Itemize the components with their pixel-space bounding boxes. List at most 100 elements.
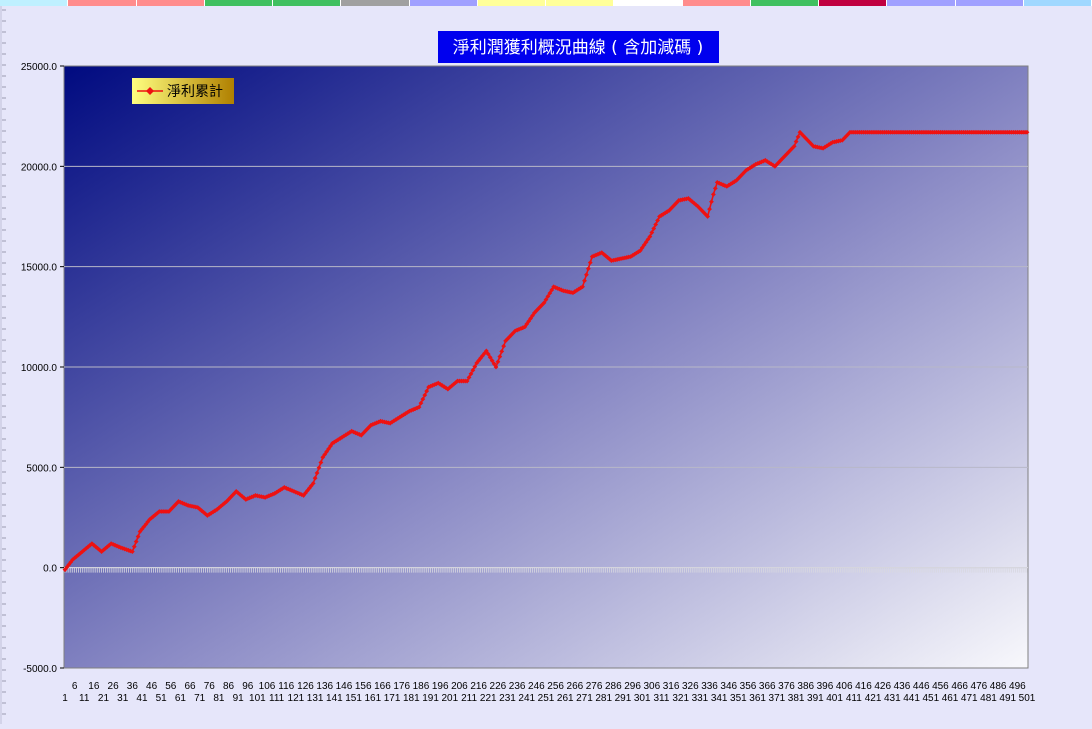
x-tick-label: 251 [538,693,555,704]
x-tick-label: 401 [826,693,843,704]
x-tick-label: 271 [576,693,593,704]
y-tick-label: 5000.0 [26,463,57,474]
x-tick-label: 106 [259,681,276,692]
legend-label: 淨利累計 [167,84,223,100]
x-tick-label: 66 [184,681,196,692]
x-tick-label: 1 [62,693,68,704]
x-tick-label: 366 [759,681,776,692]
x-tick-label: 396 [817,681,834,692]
x-tick-label: 116 [278,681,294,692]
x-tick-label: 481 [980,693,997,704]
x-tick-label: 461 [942,693,959,704]
x-tick-label: 166 [374,681,391,692]
legend: 淨利累計 [132,78,234,104]
x-tick-label: 381 [788,693,805,704]
x-tick-label: 441 [903,693,920,704]
x-tick-marks [64,567,1028,573]
x-tick-label: 186 [413,681,430,692]
y-tick-label: 20000.0 [21,162,58,173]
x-tick-label: 371 [769,693,786,704]
x-tick-label: 6 [72,681,78,692]
x-tick-label: 471 [961,693,978,704]
x-tick-label: 191 [422,693,439,704]
x-tick-label: 241 [518,693,535,704]
x-tick-label: 101 [249,693,266,704]
x-tick-label: 476 [971,681,988,692]
x-tick-label: 21 [98,693,110,704]
x-tick-label: 286 [605,681,622,692]
x-axis: 6 16 26 36 46 56 66 76 86 96 106 116 126 136 146 156 166… [62,681,1036,704]
x-tick-label: 96 [242,681,254,692]
x-tick-label: 16 [88,681,100,692]
x-tick-label: 451 [922,693,939,704]
y-tick-label: 0.0 [43,564,57,575]
x-tick-label: 146 [336,681,353,692]
x-tick-label: 296 [624,681,641,692]
x-tick-label: 126 [297,681,314,692]
x-tick-label: 276 [586,681,603,692]
x-tick-label: 156 [355,681,372,692]
x-tick-label: 81 [213,693,225,704]
x-tick-label: 306 [643,681,660,692]
y-tick-label: -5000.0 [23,664,57,675]
x-tick-label: 311 [653,693,669,704]
x-tick-label: 211 [461,693,477,704]
x-tick-label: 246 [528,681,545,692]
y-axis: 25000.0 20000.0 15000.0 10000.0 5000.0 0.0 -50… [21,62,64,675]
x-tick-label: 456 [932,681,949,692]
x-tick-label: 446 [913,681,930,692]
x-tick-label: 26 [108,681,120,692]
y-tick-label: 25000.0 [21,62,58,73]
x-tick-label: 356 [740,681,757,692]
x-tick-label: 426 [874,681,891,692]
x-tick-label: 316 [663,681,680,692]
y-tick-label: 10000.0 [21,363,58,374]
chart-title: 淨利潤獲利概況曲線 ( 含加減碼 ) [453,38,703,58]
x-tick-label: 221 [480,693,497,704]
x-tick-label: 326 [682,681,699,692]
x-tick-label: 171 [384,693,401,704]
x-tick-label: 141 [326,693,343,704]
x-tick-label: 181 [403,693,420,704]
x-tick-label: 341 [711,693,728,704]
x-tick-label: 136 [316,681,333,692]
x-tick-label: 496 [1009,681,1026,692]
x-tick-label: 61 [175,693,187,704]
x-tick-label: 266 [567,681,584,692]
x-tick-label: 411 [846,693,862,704]
x-tick-label: 206 [451,681,468,692]
x-tick-label: 376 [778,681,795,692]
x-tick-label: 431 [884,693,901,704]
x-tick-label: 386 [797,681,814,692]
x-tick-label: 361 [749,693,766,704]
x-tick-label: 436 [894,681,911,692]
y-tick-label: 15000.0 [21,263,58,274]
x-tick-label: 51 [156,693,168,704]
x-tick-label: 501 [1019,693,1036,704]
x-tick-label: 91 [233,693,245,704]
x-tick-label: 131 [307,693,324,704]
x-tick-label: 111 [269,693,285,704]
x-tick-label: 46 [146,681,158,692]
chart: 淨利潤獲利概況曲線 ( 含加減碼 ) 25000.020000.015000.0… [21,31,1036,704]
x-tick-label: 231 [499,693,516,704]
x-tick-label: 486 [990,681,1007,692]
x-tick-label: 491 [999,693,1016,704]
x-tick-label: 216 [470,681,487,692]
x-tick-label: 416 [855,681,872,692]
x-tick-label: 346 [720,681,737,692]
x-tick-label: 201 [441,693,458,704]
x-tick-label: 406 [836,681,853,692]
x-tick-label: 301 [634,693,651,704]
x-tick-label: 336 [701,681,718,692]
x-tick-label: 11 [79,693,90,704]
x-tick-label: 256 [547,681,564,692]
x-tick-label: 161 [364,693,381,704]
x-tick-label: 421 [865,693,882,704]
x-tick-label: 466 [951,681,968,692]
x-tick-label: 71 [194,693,206,704]
x-tick-label: 121 [288,693,305,704]
x-tick-label: 291 [615,693,632,704]
x-tick-label: 226 [490,681,507,692]
x-tick-label: 36 [127,681,139,692]
